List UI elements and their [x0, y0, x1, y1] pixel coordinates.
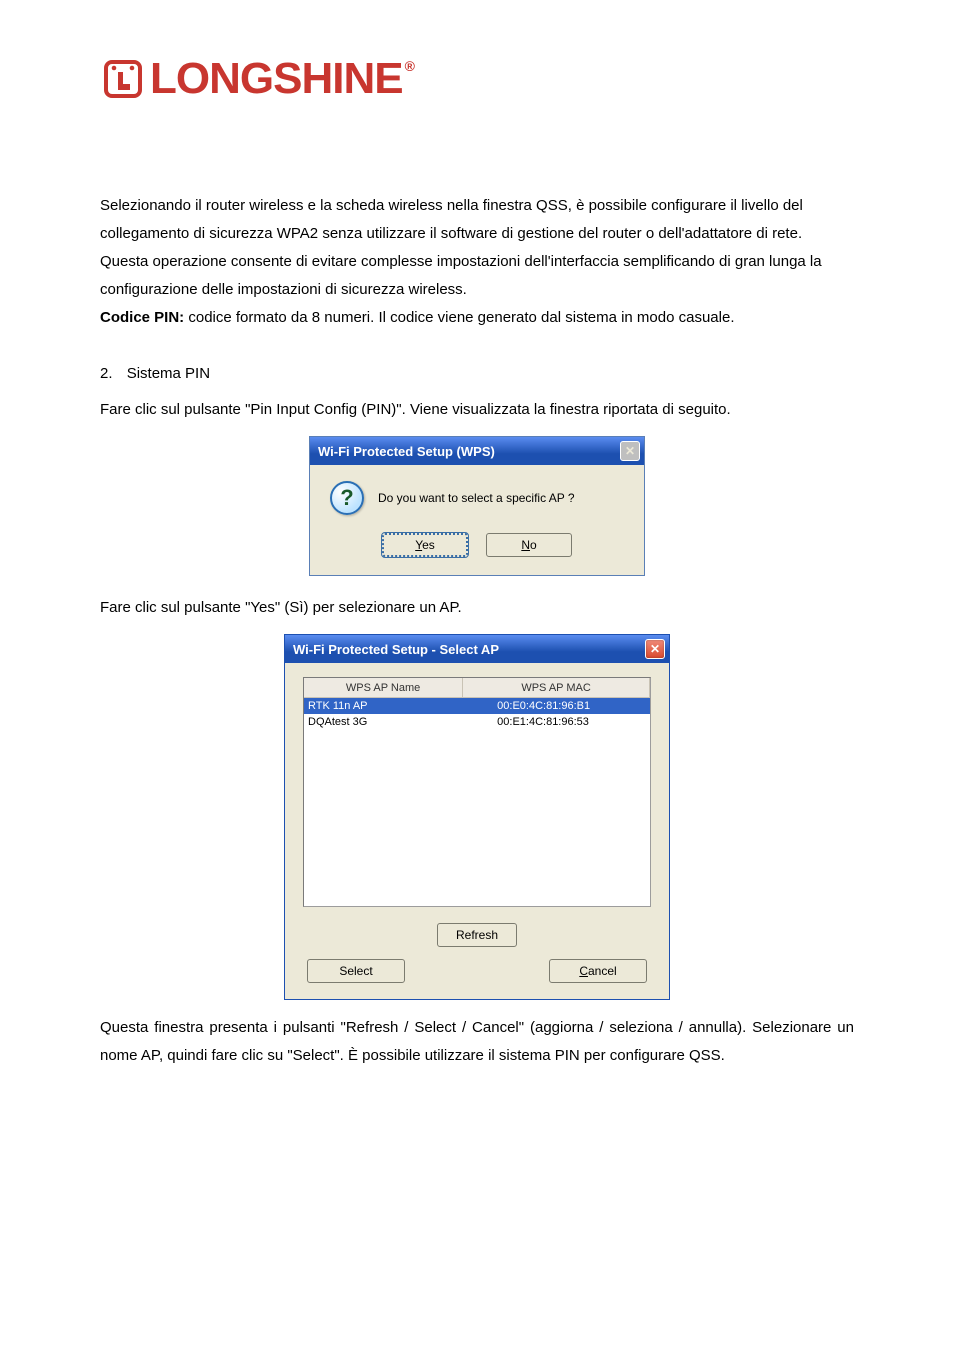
select-button[interactable]: Select — [307, 959, 405, 983]
paragraph-footer: Questa finestra presenta i pulsanti "Ref… — [100, 1014, 854, 1070]
logo-mark-icon — [100, 56, 146, 102]
pin-code-label: Codice PIN: — [100, 309, 184, 326]
yes-rest: es — [422, 538, 435, 552]
dialog-message: Do you want to select a specific AP ? — [378, 491, 575, 505]
titlebar-text: Wi-Fi Protected Setup - Select AP — [293, 642, 499, 657]
paragraph-yes-click: Fare clic sul pulsante "Yes" (Sì) per se… — [100, 594, 854, 622]
listview-header: WPS AP Name WPS AP MAC — [304, 678, 650, 698]
ap-name-cell: RTK 11n AP — [304, 700, 463, 712]
col-ap-mac[interactable]: WPS AP MAC — [463, 678, 650, 697]
logo-text: LONGSHINE — [150, 57, 403, 101]
brand-logo: LONGSHINE ® — [100, 56, 854, 102]
pin-code-text: codice formato da 8 numeri. Il codice vi… — [184, 309, 734, 326]
question-icon: ? — [330, 481, 364, 515]
paragraph-pin-click: Fare clic sul pulsante "Pin Input Config… — [100, 396, 854, 424]
cancel-button[interactable]: Cancel — [549, 959, 647, 983]
paragraph-intro: Selezionando il router wireless e la sch… — [100, 192, 854, 304]
ap-mac-cell: 00:E0:4C:81:96:B1 — [463, 700, 650, 712]
titlebar-text: Wi-Fi Protected Setup (WPS) — [318, 444, 495, 459]
close-icon[interactable]: ✕ — [620, 441, 640, 461]
refresh-button[interactable]: Refresh — [437, 923, 517, 947]
dialog-select-ap: Wi-Fi Protected Setup - Select AP ✕ WPS … — [284, 634, 670, 1000]
close-icon[interactable]: ✕ — [645, 639, 665, 659]
list-item[interactable]: RTK 11n AP00:E0:4C:81:96:B1 — [304, 698, 650, 714]
no-button[interactable]: No — [486, 533, 572, 557]
list-item[interactable]: DQAtest 3G00:E1:4C:81:96:53 — [304, 714, 650, 730]
cancel-accel: C — [579, 964, 588, 978]
titlebar: Wi-Fi Protected Setup (WPS) ✕ — [310, 437, 644, 465]
no-rest: o — [530, 538, 537, 552]
yes-button[interactable]: Yes — [382, 533, 468, 557]
no-accel: N — [521, 538, 530, 552]
col-ap-name[interactable]: WPS AP Name — [304, 678, 463, 697]
logo-registered-icon: ® — [405, 59, 414, 73]
ap-name-cell: DQAtest 3G — [304, 716, 463, 728]
dialog-wps-confirm: Wi-Fi Protected Setup (WPS) ✕ ? Do you w… — [309, 436, 645, 576]
ap-mac-cell: 00:E1:4C:81:96:53 — [463, 716, 650, 728]
cancel-rest: ancel — [588, 964, 617, 978]
list-item-sistema-pin: Sistema PIN — [122, 360, 854, 388]
ap-listview[interactable]: WPS AP Name WPS AP MAC RTK 11n AP00:E0:4… — [303, 677, 651, 907]
titlebar: Wi-Fi Protected Setup - Select AP ✕ — [285, 635, 669, 663]
